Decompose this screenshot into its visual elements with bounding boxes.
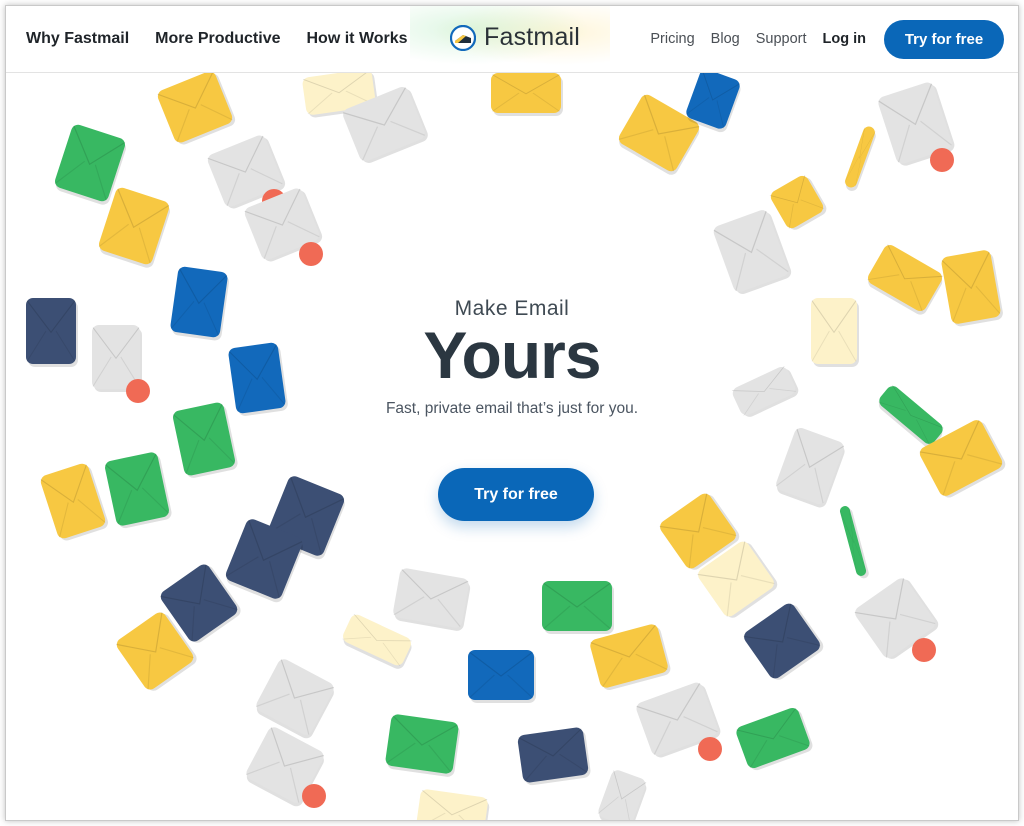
secondary-nav: Pricing Blog Support Log in Try for free (650, 6, 1004, 72)
hero-headline: Yours (423, 318, 601, 392)
envelope-icon (711, 208, 791, 294)
envelope-icon (542, 581, 612, 631)
envelope-icon (392, 567, 470, 629)
top-navigation: Why Fastmail More Productive How it Work… (6, 6, 1018, 73)
envelope-icon (596, 768, 648, 820)
envelope-icon (340, 612, 414, 668)
envelope-icon (838, 504, 868, 578)
nav-blog[interactable]: Blog (711, 31, 740, 47)
nav-how-it-works[interactable]: How it Works (307, 30, 408, 48)
notification-dot (302, 784, 326, 808)
browser-viewport: Why Fastmail More Productive How it Work… (5, 5, 1019, 821)
hero-section: Make Email Yours Fast, private email tha… (6, 67, 1018, 820)
nav-pricing[interactable]: Pricing (650, 31, 694, 47)
envelope-icon (415, 788, 489, 820)
envelope-icon (734, 706, 812, 770)
envelope-icon (741, 600, 823, 682)
notification-dot (912, 638, 936, 662)
hero-subtitle: Fast, private email that’s just for you. (385, 400, 639, 417)
nav-more-productive[interactable]: More Productive (155, 30, 280, 48)
envelope-icon (39, 461, 107, 541)
logo-wordmark: Fastmail (484, 23, 581, 51)
try-for-free-button[interactable]: Try for free (884, 19, 1004, 59)
envelope-icon (468, 650, 534, 700)
envelope-icon (103, 451, 171, 527)
envelope-icon (516, 726, 590, 784)
nav-why-fastmail[interactable]: Why Fastmail (26, 30, 129, 48)
envelope-icon (491, 73, 561, 113)
fastmail-logo-icon (450, 24, 476, 51)
envelope-icon (768, 173, 826, 231)
envelope-icon (254, 656, 336, 738)
notification-dot (698, 737, 722, 761)
primary-nav: Why Fastmail More Productive How it Work… (26, 6, 408, 72)
envelope-icon (843, 124, 877, 190)
envelope-icon (97, 185, 171, 267)
envelope-icon (588, 622, 670, 690)
envelope-icon (155, 69, 235, 145)
envelope-icon (384, 713, 460, 775)
notification-dot (299, 242, 323, 266)
notification-dot (930, 148, 954, 172)
login-link[interactable]: Log in (823, 31, 867, 47)
fastmail-logo[interactable]: Fastmail (410, 6, 610, 71)
nav-support[interactable]: Support (756, 31, 807, 47)
hero-try-for-free-button[interactable]: Try for free (438, 468, 594, 521)
envelope-icon (774, 426, 846, 506)
